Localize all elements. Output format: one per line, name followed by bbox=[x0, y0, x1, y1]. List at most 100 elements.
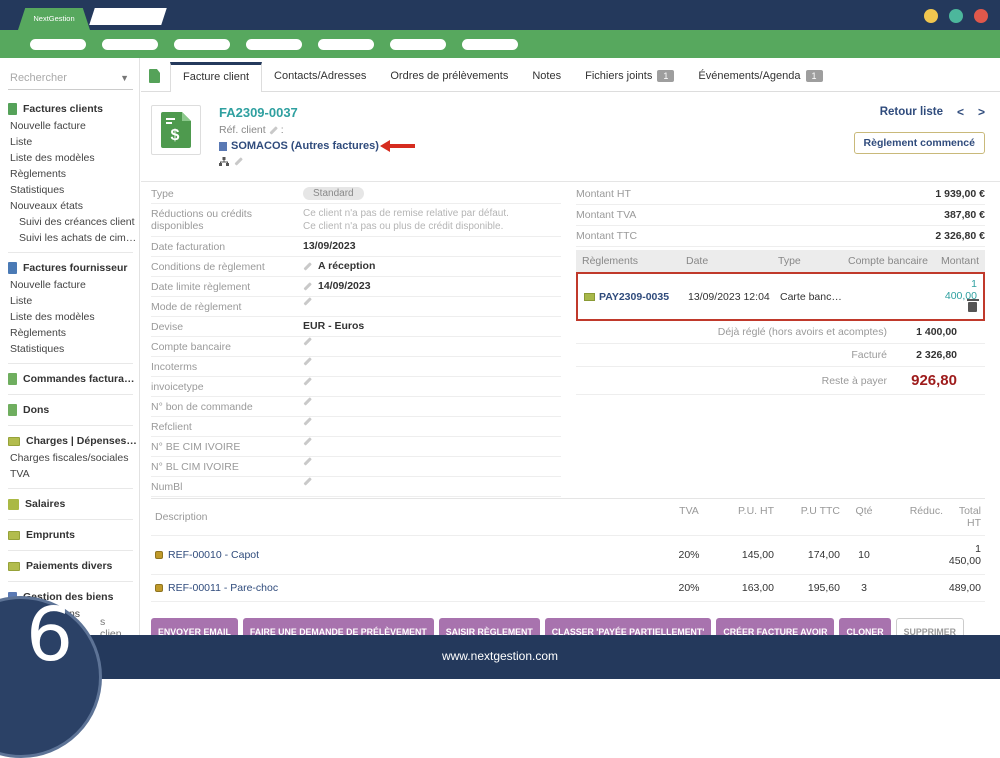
nav-pill-placeholder[interactable] bbox=[390, 39, 446, 50]
lines-header: Qté bbox=[840, 505, 888, 529]
payment-row: PAY2309-003513/09/2023 12:04Carte banc…1… bbox=[576, 272, 985, 321]
tab-label: Notes bbox=[532, 70, 561, 82]
nav-pill-placeholder[interactable] bbox=[246, 39, 302, 50]
card-olive-icon bbox=[8, 437, 20, 446]
product-link[interactable]: REF-00010 - Capot bbox=[168, 549, 259, 561]
nav-pill-placeholder[interactable] bbox=[102, 39, 158, 50]
edit-pencil-icon[interactable] bbox=[303, 282, 311, 290]
sidebar-item[interactable]: Liste des modèles bbox=[8, 309, 133, 325]
tab-fichiers-joints[interactable]: Fichiers joints1 bbox=[573, 62, 686, 91]
next-invoice-chevron[interactable]: > bbox=[978, 105, 985, 119]
teal-dot-icon[interactable] bbox=[949, 9, 963, 23]
sidebar-section-0[interactable]: Factures clients bbox=[8, 100, 133, 118]
nav-pill-placeholder[interactable] bbox=[318, 39, 374, 50]
edit-pencil-icon[interactable] bbox=[303, 297, 311, 305]
redacted-tab[interactable] bbox=[89, 8, 167, 25]
nav-pill-placeholder[interactable] bbox=[30, 39, 86, 50]
sidebar-item[interactable]: Statistiques bbox=[8, 341, 133, 357]
red-dot-icon[interactable] bbox=[974, 9, 988, 23]
action-button-saisir-r-glement[interactable]: SAISIR RÈGLEMENT bbox=[439, 618, 540, 635]
tab-ordres-de-pr-l-vements[interactable]: Ordres de prélèvements bbox=[378, 62, 520, 91]
edit-pencil-icon[interactable] bbox=[303, 437, 311, 445]
prev-invoice-chevron[interactable]: < bbox=[957, 105, 964, 119]
amounts-summary: Montant HT1 939,00 €Montant TVA387,80 €M… bbox=[576, 184, 985, 247]
invoice-icon-box: $ bbox=[151, 105, 201, 155]
sidebar-item[interactable]: Règlements bbox=[8, 325, 133, 341]
field-row: Compte bancaire bbox=[151, 337, 561, 357]
edit-pencil-icon[interactable] bbox=[303, 397, 311, 405]
sidebar-item[interactable]: Statistiques bbox=[8, 182, 133, 198]
sidebar-item[interactable]: Nouveaux états bbox=[8, 198, 133, 214]
edit-pencil-icon[interactable] bbox=[234, 157, 242, 165]
sidebar-separator bbox=[8, 394, 133, 395]
payment-total-label: Reste à payer bbox=[822, 375, 887, 387]
edit-pencil-icon[interactable] bbox=[303, 477, 311, 485]
client-link[interactable]: SOMACOS (Autres factures) bbox=[231, 140, 379, 152]
sidebar-item[interactable]: Charges fiscales/sociales bbox=[8, 450, 133, 466]
hierarchy-icon[interactable] bbox=[219, 157, 229, 166]
sidebar-section-1[interactable]: Factures fournisseur bbox=[8, 259, 133, 277]
sidebar-item[interactable]: Liste bbox=[8, 134, 133, 150]
lines-header: Description bbox=[155, 505, 660, 529]
document-green-icon bbox=[8, 373, 17, 385]
lines-header-row: DescriptionTVAP.U. HTP.U TTCQtéRéduc.Tot… bbox=[151, 499, 985, 536]
edit-pencil-icon[interactable] bbox=[303, 377, 311, 385]
yellow-dot-icon[interactable] bbox=[924, 9, 938, 23]
tab--v-nements-agenda[interactable]: Événements/Agenda1 bbox=[686, 62, 834, 91]
edit-pencil-icon[interactable] bbox=[303, 262, 311, 270]
line-qty: 10 bbox=[840, 549, 888, 561]
sidebar-item[interactable]: Nouvelle facture bbox=[8, 118, 133, 134]
nav-pill-placeholder[interactable] bbox=[462, 39, 518, 50]
edit-pencil-icon[interactable] bbox=[303, 457, 311, 465]
sidebar-section-7[interactable]: Paiements divers bbox=[8, 557, 133, 575]
sidebar-item[interactable]: Règlements bbox=[8, 166, 133, 182]
field-value-area: EUR - Euros bbox=[303, 320, 561, 332]
sidebar-section-6[interactable]: Emprunts bbox=[8, 526, 133, 544]
field-row: TypeStandard bbox=[151, 184, 561, 204]
tab-contacts-adresses[interactable]: Contacts/Adresses bbox=[262, 62, 378, 91]
back-to-list-link[interactable]: Retour liste bbox=[880, 106, 943, 118]
edit-pencil-icon[interactable] bbox=[303, 337, 311, 345]
red-arrow-annotation bbox=[389, 144, 415, 148]
product-icon bbox=[155, 584, 163, 592]
tab-notes[interactable]: Notes bbox=[520, 62, 573, 91]
sidebar-item[interactable]: TVA bbox=[8, 466, 133, 482]
lines-header: P.U. HT bbox=[718, 505, 774, 529]
action-button-faire-une-demande-de-pr-l-vement[interactable]: FAIRE UNE DEMANDE DE PRÉLÈVEMENT bbox=[243, 618, 434, 635]
payments-header: Compte bancaire bbox=[848, 255, 938, 267]
trash-icon[interactable] bbox=[968, 302, 977, 312]
sidebar-item-partial[interactable]: s clien… bbox=[100, 616, 139, 635]
sidebar-section-2[interactable]: Commandes factura… bbox=[8, 370, 133, 388]
sidebar-item[interactable]: Liste bbox=[8, 293, 133, 309]
sidebar-item[interactable]: Suivi les achats de cim… bbox=[8, 230, 133, 246]
field-value-area bbox=[303, 380, 561, 383]
action-button-classer-pay-e-partiellement-[interactable]: CLASSER 'PAYÉE PARTIELLEMENT' bbox=[545, 618, 712, 635]
action-button-cr-er-facture-avoir[interactable]: CRÉER FACTURE AVOIR bbox=[716, 618, 834, 635]
field-value: A réception bbox=[318, 260, 375, 272]
payment-id-link[interactable]: PAY2309-0035 bbox=[584, 291, 688, 303]
sidebar-item[interactable]: Liste des modèles bbox=[8, 150, 133, 166]
edit-pencil-icon[interactable] bbox=[303, 357, 311, 365]
sidebar-section-5[interactable]: Salaires bbox=[8, 495, 133, 513]
action-button-supprimer[interactable]: SUPPRIMER bbox=[896, 618, 964, 635]
sidebar-section-label: Factures fournisseur bbox=[23, 262, 127, 274]
sidebar-search[interactable]: Rechercher ▼ bbox=[8, 70, 133, 90]
edit-pencil-icon[interactable] bbox=[269, 126, 277, 134]
footer-url: www.nextgestion.com bbox=[442, 649, 558, 663]
product-link[interactable]: REF-00011 - Pare-choc bbox=[168, 582, 278, 594]
edit-pencil-icon[interactable] bbox=[303, 417, 311, 425]
field-label: N° BE CIM IVOIRE bbox=[151, 440, 303, 453]
nav-pill-placeholder[interactable] bbox=[174, 39, 230, 50]
sidebar-item[interactable]: Nouvelle facture bbox=[8, 277, 133, 293]
tab-facture-client[interactable]: Facture client bbox=[170, 62, 262, 92]
brand-tab[interactable]: NextGestion bbox=[18, 8, 90, 30]
sidebar-item[interactable]: Suivi des créances client bbox=[8, 214, 133, 230]
sidebar-section-3[interactable]: Dons bbox=[8, 401, 133, 419]
sidebar-section-4[interactable]: Charges | Dépenses… bbox=[8, 432, 133, 450]
product-description-cell: REF-00010 - Capot bbox=[155, 549, 660, 561]
action-button-envoyer-email[interactable]: ENVOYER EMAIL bbox=[151, 618, 238, 635]
action-button-cloner[interactable]: CLONER bbox=[839, 618, 890, 635]
line-pu-ttc: 195,60 bbox=[774, 582, 840, 594]
field-value-area bbox=[303, 400, 561, 403]
payments-header: Montant bbox=[938, 255, 979, 267]
